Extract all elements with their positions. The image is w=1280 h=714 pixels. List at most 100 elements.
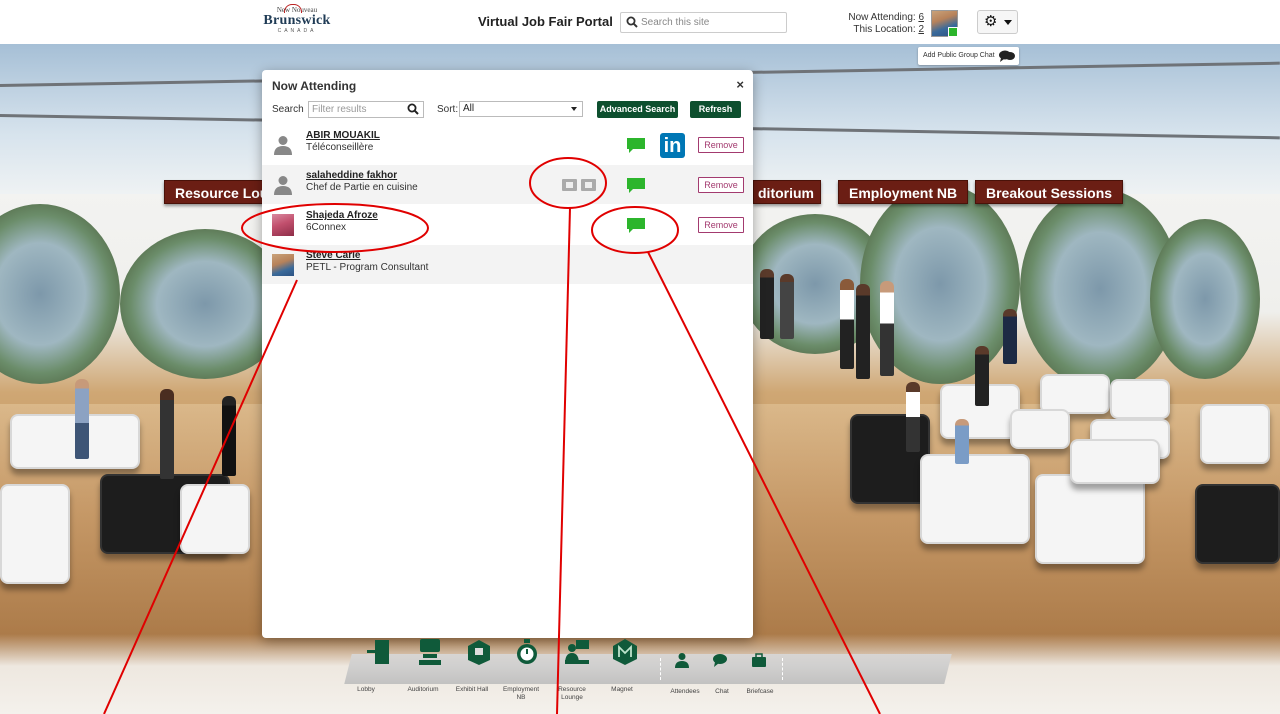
refresh-button[interactable]: Refresh — [690, 101, 741, 118]
chevron-down-icon — [571, 107, 577, 111]
dock-label-exhibit-hall[interactable]: Exhibit Hall — [452, 686, 492, 694]
door-icon[interactable] — [366, 638, 392, 666]
site-search[interactable] — [620, 12, 787, 33]
business-cards-icon[interactable] — [562, 179, 596, 191]
attendee-row: Steve Carle PETL - Program Consultant — [262, 245, 753, 285]
online-status-icon — [948, 27, 958, 37]
dock-label-magnet[interactable]: Magnet — [602, 686, 642, 694]
nb-logo[interactable]: New Nouveau Brunswick CANADA — [262, 4, 332, 38]
attendee-photo — [272, 214, 294, 236]
sofa — [1195, 484, 1280, 564]
dock-label-resource-lounge[interactable]: Resource Lounge — [552, 686, 592, 702]
dock-label-briefcase[interactable]: Briefcase — [738, 688, 782, 696]
sign-employment-nb[interactable]: Employment NB — [838, 180, 969, 204]
remove-button[interactable]: Remove — [698, 137, 744, 153]
sofa — [920, 454, 1030, 544]
chat-icon[interactable] — [627, 178, 645, 194]
user-avatar[interactable] — [931, 10, 958, 37]
gear-icon: ⚙ — [984, 13, 998, 30]
dock-label-lobby[interactable]: Lobby — [346, 686, 386, 694]
sofa — [1040, 374, 1110, 414]
attendee-name[interactable]: ABIR MOUAKIL — [306, 130, 380, 141]
close-icon[interactable]: × — [736, 77, 744, 92]
attendee-role: Téléconseillère — [306, 142, 374, 153]
sofa — [180, 484, 250, 554]
top-bar: New Nouveau Brunswick CANADA Virtual Job… — [0, 0, 1280, 44]
attendance-summary: Now Attending: 6 This Location: 2 — [848, 12, 924, 36]
attendee-name[interactable]: Shajeda Afroze — [306, 210, 378, 221]
dock-label-chat[interactable]: Chat — [707, 688, 737, 696]
settings-menu-button[interactable]: ⚙ — [977, 10, 1018, 34]
dock-label-auditorium[interactable]: Auditorium — [403, 686, 443, 694]
chat-bubbles-icon — [998, 50, 1015, 62]
attendee-name[interactable]: Steve Carle — [306, 250, 360, 261]
sort-value: All — [463, 103, 475, 114]
chat-icon[interactable] — [712, 652, 728, 668]
default-avatar-icon — [274, 136, 292, 155]
attendees-icon[interactable] — [674, 652, 690, 668]
remove-button[interactable]: Remove — [698, 177, 744, 193]
avatar-figure — [955, 419, 969, 464]
avatar-figure — [856, 284, 870, 379]
dock-separator — [660, 658, 662, 680]
dialog-title: Now Attending — [272, 79, 357, 93]
dock-label-attendees[interactable]: Attendees — [662, 688, 708, 696]
sofa — [1070, 439, 1160, 484]
sort-select[interactable]: All — [459, 101, 583, 117]
group-chat-label: Add Public Group Chat — [923, 52, 995, 59]
linkedin-icon[interactable]: in — [660, 133, 685, 158]
avatar-figure — [760, 269, 774, 339]
sort-label: Sort: — [437, 104, 459, 115]
attendee-role: Chef de Partie en cuisine — [306, 182, 418, 193]
avatar-figure — [1003, 309, 1017, 364]
lounge-icon[interactable] — [564, 638, 590, 666]
advanced-search-button[interactable]: Advanced Search — [597, 101, 678, 118]
attendee-row: salaheddine fakhor Chef de Partie en cui… — [262, 165, 753, 205]
sofa — [0, 484, 70, 584]
arch-window — [0, 204, 120, 384]
sign-resource-lounge[interactable]: Resource Lou — [164, 180, 268, 204]
chat-icon[interactable] — [627, 138, 645, 154]
podium-icon[interactable] — [417, 638, 443, 666]
default-avatar-icon — [274, 176, 292, 195]
sign-auditorium[interactable]: ditorium — [753, 180, 821, 204]
logo-country-text: CANADA — [277, 28, 317, 34]
magnet-logo-icon[interactable] — [612, 638, 638, 666]
avatar-figure — [780, 274, 794, 339]
sofa — [1200, 404, 1270, 464]
attendee-row: ABIR MOUAKIL Téléconseillère in Remove — [262, 125, 753, 165]
dock-separator — [782, 658, 784, 680]
this-location-count[interactable]: 2 — [918, 24, 924, 35]
sofa — [1010, 409, 1070, 449]
chevron-down-icon — [1004, 20, 1012, 25]
attendee-row: Shajeda Afroze 6Connex Remove — [262, 205, 753, 245]
sign-breakout-sessions[interactable]: Breakout Sessions — [975, 180, 1124, 204]
dock-label-employment-nb[interactable]: Employment NB — [501, 686, 541, 702]
attendee-role: 6Connex — [306, 222, 347, 233]
booth-icon[interactable] — [466, 638, 492, 666]
chat-icon[interactable] — [627, 218, 645, 234]
site-search-input[interactable] — [641, 15, 781, 30]
attendee-photo — [272, 254, 294, 276]
search-icon[interactable] — [407, 103, 419, 115]
attendee-name[interactable]: salaheddine fakhor — [306, 170, 397, 181]
avatar-figure — [840, 279, 854, 369]
sofa — [1035, 474, 1145, 564]
now-attending-count[interactable]: 6 — [918, 12, 924, 23]
arch-window — [1150, 219, 1260, 379]
avatar-figure — [222, 396, 236, 476]
briefcase-icon[interactable] — [751, 652, 767, 668]
bottom-navigation — [344, 638, 952, 684]
stopwatch-icon[interactable] — [514, 638, 540, 666]
now-attending-label: Now Attending: — [848, 12, 916, 23]
attendee-list: ABIR MOUAKIL Téléconseillère in Remove s… — [262, 125, 753, 285]
add-public-group-chat-button[interactable]: Add Public Group Chat — [918, 47, 1019, 65]
avatar-figure — [160, 389, 174, 479]
logo-main-text: Brunswick — [263, 13, 331, 28]
avatar-figure — [975, 346, 989, 406]
remove-button[interactable]: Remove — [698, 217, 744, 233]
avatar-figure — [906, 382, 920, 452]
now-attending-dialog: Now Attending × Search Sort: All Advance… — [262, 70, 753, 638]
attendee-role: PETL - Program Consultant — [306, 262, 429, 273]
avatar-figure — [75, 379, 89, 459]
